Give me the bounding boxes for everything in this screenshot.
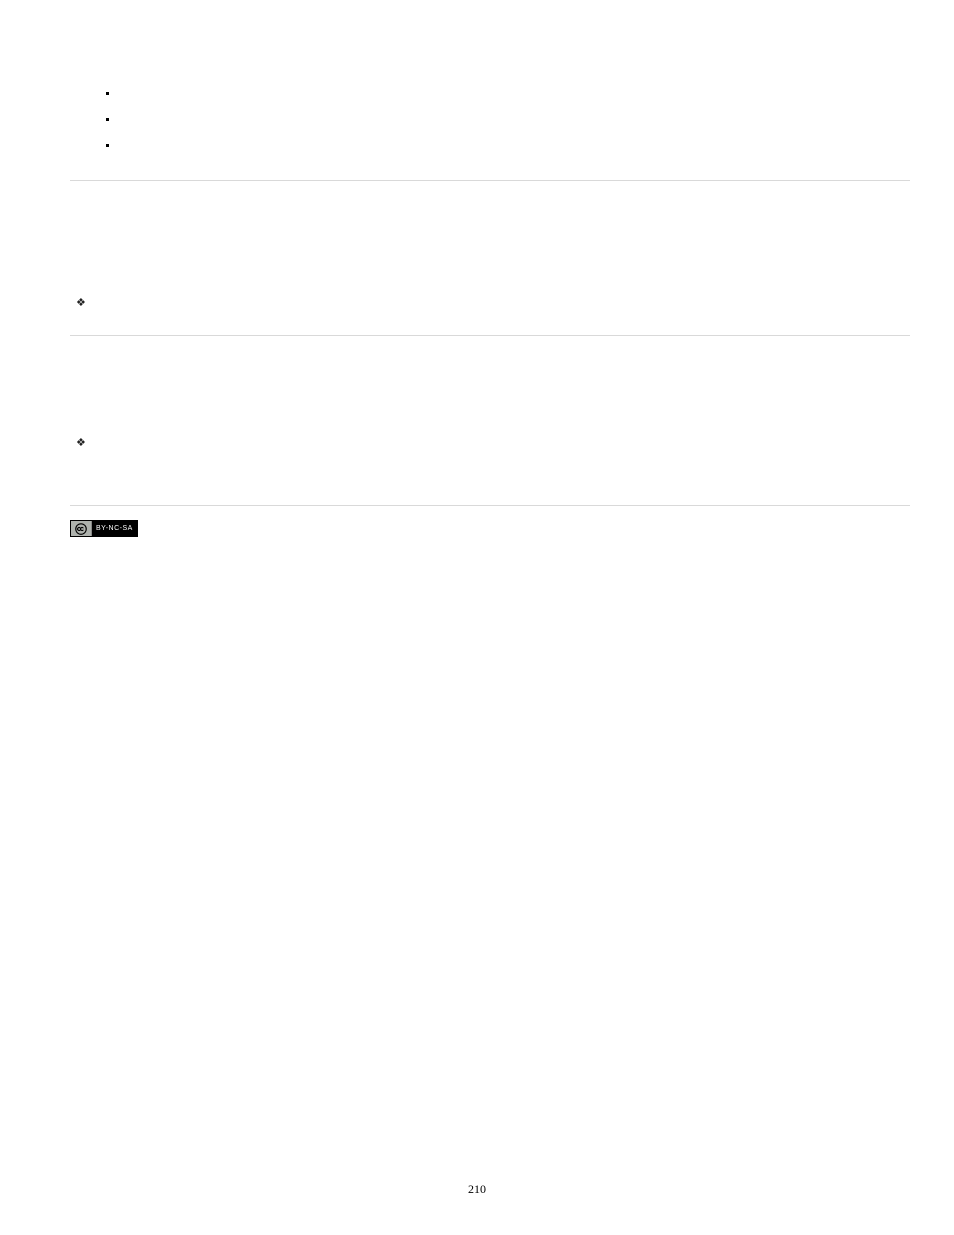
cc-license-text: BY-NC-SA [91,521,137,536]
cc-logo-icon [71,521,91,536]
spacer [70,455,910,505]
spacer [70,315,910,335]
content-area: ❖ ❖ BY-NC-SA [70,80,910,540]
section-bullet-row: ❖ [76,291,910,315]
document-page: ❖ ❖ BY-NC-SA 210 [0,0,954,1235]
bullet-dot-icon [106,144,109,147]
section-bullet-row: ❖ [76,431,910,455]
page-number: 210 [0,1182,954,1197]
spacer [70,181,910,291]
diamond-bullet-icon: ❖ [76,438,86,449]
bullet-dot-icon [106,118,109,121]
bullet-dot-icon [106,92,109,95]
cc-license-badge: BY-NC-SA [70,520,138,537]
spacer [70,506,910,520]
list-item [106,106,910,132]
small-bullet-list [106,80,910,158]
spacer [70,336,910,431]
list-item [106,80,910,106]
list-item [106,132,910,158]
diamond-bullet-icon: ❖ [76,298,86,309]
